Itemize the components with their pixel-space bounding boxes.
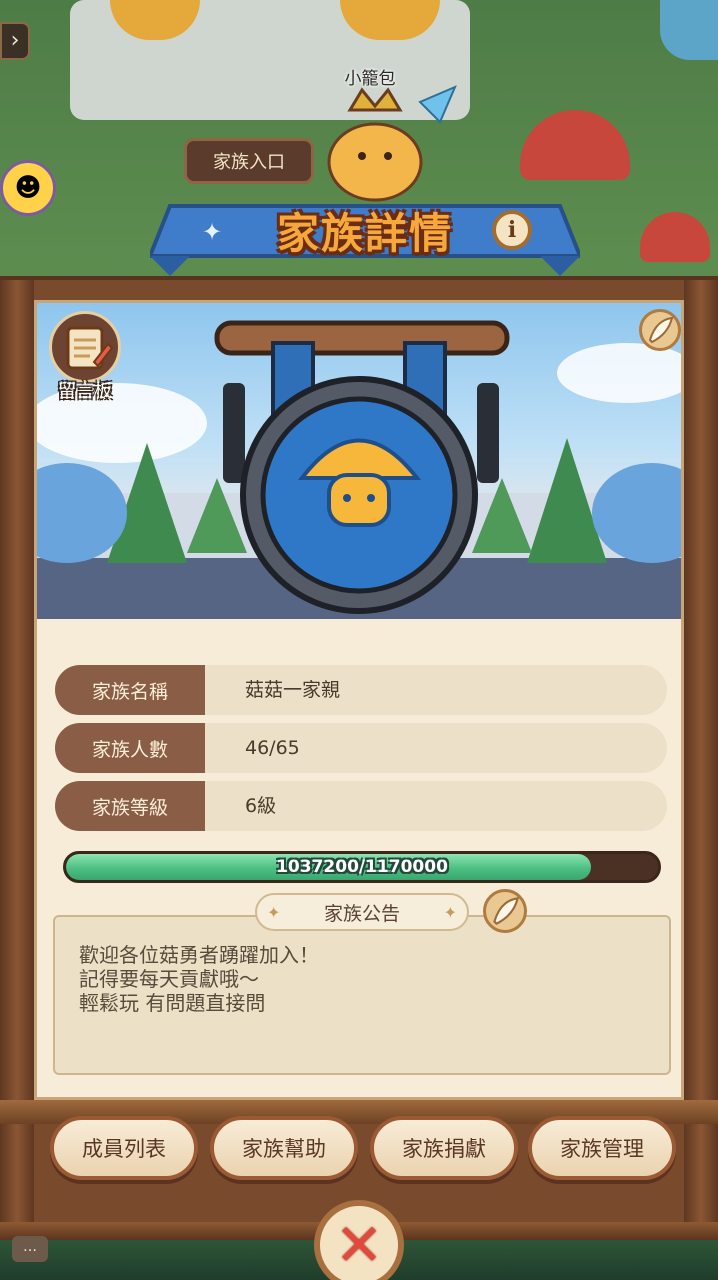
chevron-right-icon: › <box>10 28 20 53</box>
family-experience-bar: 1037200/1170000 <box>63 851 661 883</box>
quill-icon <box>493 897 520 925</box>
family-members-label: 家族人數 <box>55 723 205 773</box>
mushroom-house <box>520 110 630 180</box>
message-board-label: 留言板 <box>58 381 112 402</box>
back-button[interactable]: › <box>0 22 30 60</box>
frame-right-post <box>684 280 718 1240</box>
message-board-button[interactable]: 留言板 <box>45 311 125 405</box>
announcement-text: 歡迎各位菇勇者踴躍加入！ 記得要每天貢獻哦～ 輕鬆玩 有問題直接問 <box>79 943 319 1015</box>
info-icon: i <box>507 217 517 243</box>
member-list-button[interactable]: 成員列表 <box>50 1116 198 1180</box>
emblem-scene <box>37 320 681 619</box>
experience-text: 1037200/1170000 <box>276 857 448 877</box>
info-button[interactable]: i <box>492 210 532 250</box>
dialog-content: 留言板 家族名稱 菇菇一家親 家族人數 46/65 家族等級 6級 103720… <box>34 300 684 1100</box>
mushroom-house <box>640 212 710 262</box>
dialog-frame: 留言板 家族名稱 菇菇一家親 家族人數 46/65 家族等級 6級 103720… <box>0 276 718 1240</box>
edit-emblem-button[interactable] <box>639 309 681 351</box>
edit-announcement-button[interactable] <box>483 889 527 933</box>
family-manage-button[interactable]: 家族管理 <box>528 1116 676 1180</box>
family-members-value: 46/65 <box>245 737 300 759</box>
family-members-row: 家族人數 46/65 <box>55 723 667 773</box>
family-name-label: 家族名稱 <box>55 665 205 715</box>
river <box>660 0 718 60</box>
family-level-row: 家族等級 6級 <box>55 781 667 831</box>
family-donate-button[interactable]: 家族捐獻 <box>370 1116 518 1180</box>
announcement-title-label: 家族公告 <box>323 902 400 925</box>
family-help-button[interactable]: 家族幫助 <box>210 1116 358 1180</box>
sparkle-icon: ✦ <box>443 903 457 922</box>
family-emblem-banner: 留言板 <box>37 303 681 619</box>
announcement-box: 歡迎各位菇勇者踴躍加入！ 記得要每天貢獻哦～ 輕鬆玩 有問題直接問 <box>53 915 671 1075</box>
frame-left-post <box>0 280 34 1240</box>
family-entry-tag[interactable]: 家族入口 <box>184 138 314 184</box>
quill-icon <box>648 316 674 344</box>
npc-character[interactable] <box>290 82 460 202</box>
family-level-label: 家族等級 <box>55 781 205 831</box>
sparkle-icon: ✦ <box>267 903 281 922</box>
smiley-face-icon[interactable]: ☻ <box>0 160 56 216</box>
chat-bubble-icon[interactable]: … <box>12 1236 48 1262</box>
close-icon: ✕ <box>334 1211 384 1279</box>
family-name-value: 菇菇一家親 <box>245 679 341 701</box>
close-button[interactable]: ✕ <box>314 1200 404 1280</box>
family-level-value: 6級 <box>245 795 277 817</box>
announcement-title: ✦ 家族公告 ✦ <box>255 893 469 931</box>
family-name-row: 家族名稱 菇菇一家親 <box>55 665 667 715</box>
notebook-icon <box>49 311 121 383</box>
